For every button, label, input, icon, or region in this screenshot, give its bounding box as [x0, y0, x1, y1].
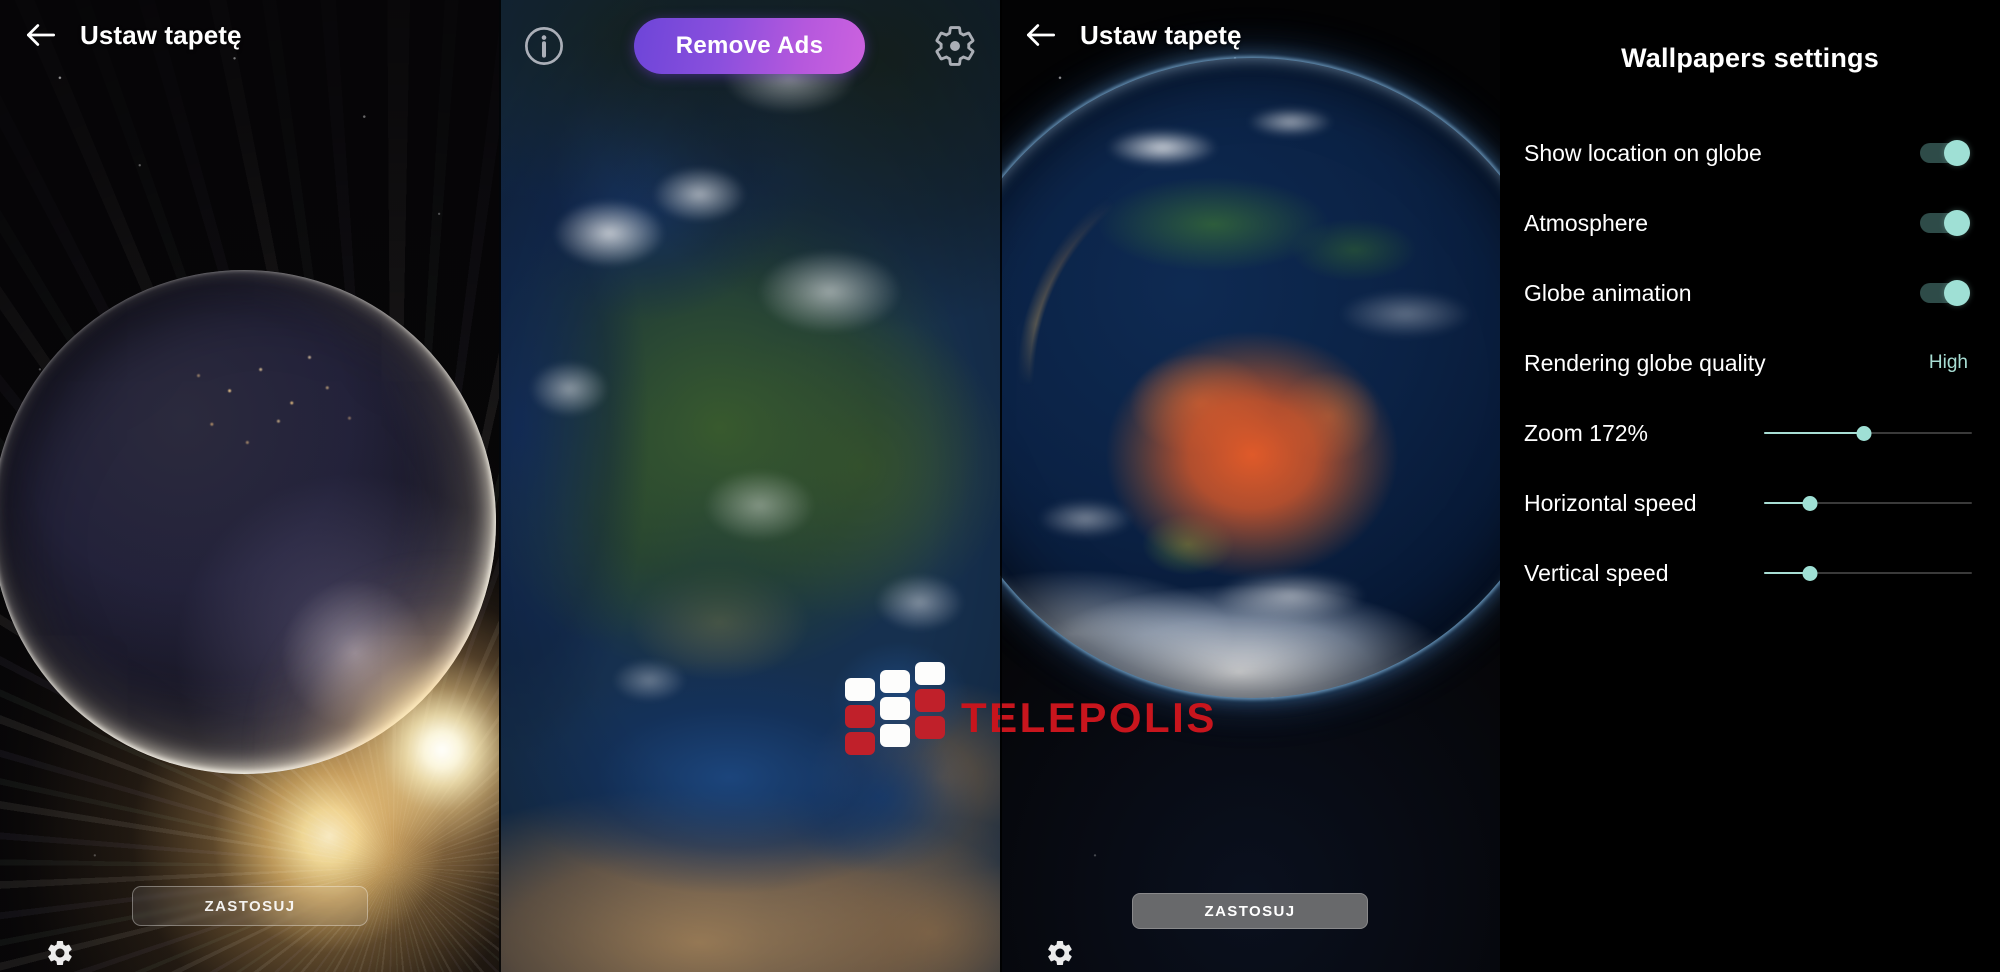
panel3-topbar: Ustaw tapetę — [1000, 0, 1500, 70]
settings-row-label: Vertical speed — [1524, 559, 1669, 586]
apply-wallpaper-button[interactable]: ZASTOSUJ — [1132, 893, 1368, 929]
settings-row-label: Rendering globe quality — [1524, 349, 1766, 376]
toggle-thumb — [1944, 140, 1970, 166]
gear-icon[interactable] — [1045, 938, 1075, 968]
settings-row[interactable]: Horizontal speed — [1524, 468, 1972, 538]
wallpaper-preview-panel-3: Ustaw tapetę ZASTOSUJ — [1000, 0, 1500, 972]
gear-icon[interactable] — [932, 23, 978, 69]
settings-title: Wallpapers settings — [1621, 43, 1879, 73]
settings-slider[interactable] — [1764, 422, 1972, 444]
info-icon[interactable] — [521, 23, 567, 69]
wallpaper-preview-panel-1: Ustaw tapetę ZASTOSUJ — [0, 0, 499, 972]
slider-thumb[interactable] — [1856, 426, 1872, 441]
toggle-thumb — [1944, 280, 1970, 306]
slider-fill — [1764, 432, 1864, 434]
settings-row-label: Globe animation — [1524, 279, 1692, 306]
settings-row-label: Show location on globe — [1524, 139, 1762, 166]
slider-thumb[interactable] — [1802, 496, 1818, 511]
globe-night-side — [0, 270, 496, 774]
globe-australia — [1000, 58, 1500, 698]
settings-row[interactable]: Atmosphere — [1524, 188, 1972, 258]
screenshot-root: Ustaw tapetę ZASTOSUJ Remove Ads Ustaw t… — [0, 0, 2000, 972]
panel1-topbar: Ustaw tapetę — [0, 0, 499, 70]
back-arrow-icon[interactable] — [22, 16, 60, 54]
settings-row[interactable]: Vertical speed — [1524, 538, 1972, 608]
apply-wallpaper-button[interactable]: ZASTOSUJ — [132, 886, 368, 926]
settings-row-label: Atmosphere — [1524, 209, 1649, 236]
panel2-toolbar: Remove Ads — [499, 0, 1000, 92]
settings-slider[interactable] — [1764, 492, 1972, 514]
city-lights — [163, 330, 386, 482]
europe-satellite-map — [499, 0, 1000, 972]
settings-row-label: Horizontal speed — [1524, 489, 1697, 516]
page-title: Ustaw tapetę — [80, 19, 242, 50]
settings-row[interactable]: Show location on globe — [1524, 118, 1972, 188]
settings-row[interactable]: Rendering globe quality High — [1524, 328, 1972, 398]
settings-row[interactable]: Globe animation — [1524, 258, 1972, 328]
page-title: Ustaw tapetę — [1080, 19, 1242, 50]
wallpapers-settings-panel: Wallpapers settings Show location on glo… — [1500, 0, 2000, 972]
slider-thumb[interactable] — [1802, 566, 1818, 581]
toggle-thumb — [1944, 210, 1970, 236]
wallpaper-preview-panel-2: Remove Ads — [499, 0, 1000, 972]
remove-ads-button[interactable]: Remove Ads — [633, 18, 866, 74]
settings-slider[interactable] — [1764, 562, 1972, 584]
gear-icon[interactable] — [45, 938, 75, 968]
settings-toggle[interactable] — [1920, 210, 1972, 236]
back-arrow-icon[interactable] — [1022, 16, 1060, 54]
cloud-layer — [1000, 58, 1500, 698]
settings-row-value: High — [1928, 352, 1968, 373]
settings-row[interactable]: Zoom 172% — [1524, 398, 1972, 468]
settings-list: Show location on globe Atmosphere Globe an… — [1500, 74, 2000, 608]
settings-toggle[interactable] — [1920, 140, 1972, 166]
settings-toggle[interactable] — [1920, 280, 1972, 306]
settings-row-label: Zoom 172% — [1524, 419, 1649, 446]
